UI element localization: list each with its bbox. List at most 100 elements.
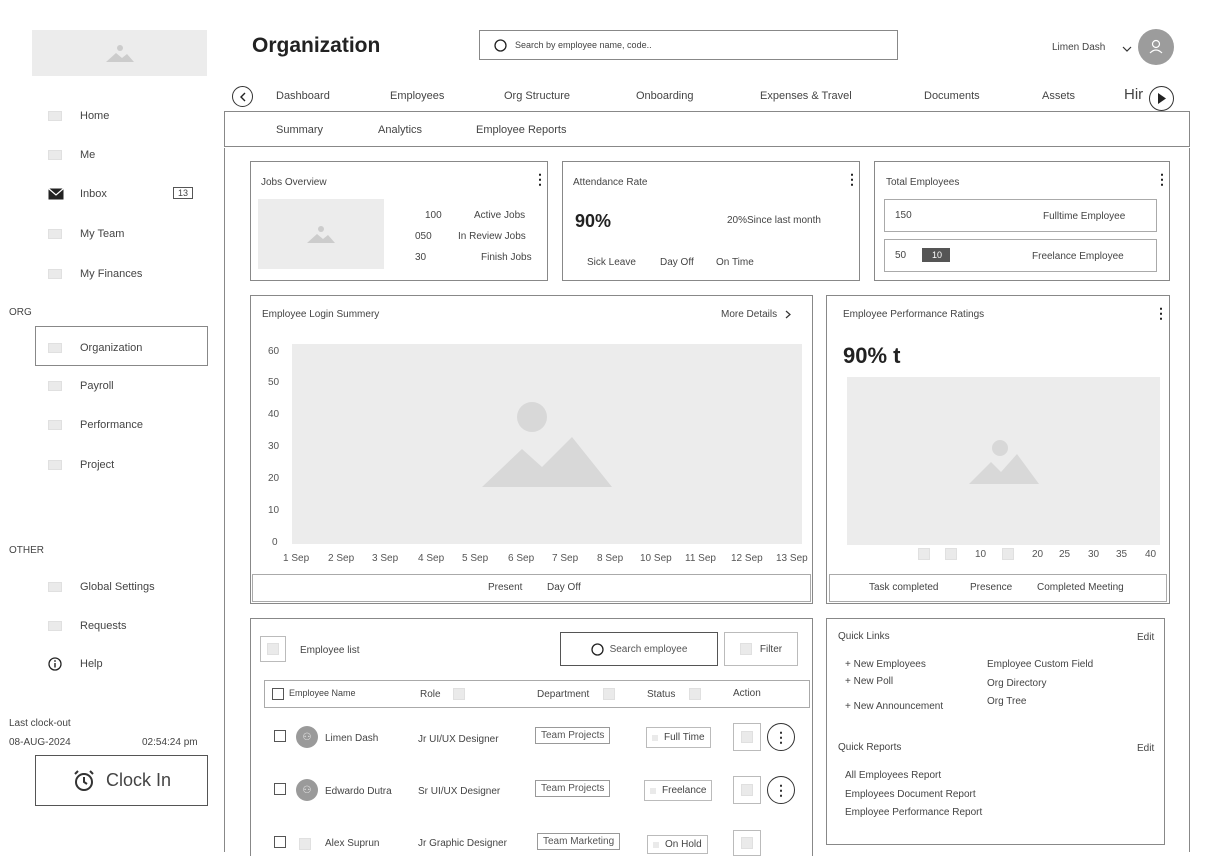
sidebar-item-payroll[interactable]: Payroll (48, 380, 114, 392)
x-tick: 30 (1088, 549, 1100, 560)
row-action-button[interactable] (733, 830, 761, 856)
quick-reports-edit-button[interactable]: Edit (1137, 743, 1154, 754)
all-employees-report-link[interactable]: All Employees Report (845, 770, 941, 781)
sidebar-item-global-settings[interactable]: Global Settings (48, 581, 155, 593)
sidebar-item-organization[interactable]: Organization (48, 342, 142, 354)
tab-org-structure[interactable]: Org Structure (504, 90, 570, 102)
image-placeholder-icon (650, 787, 656, 794)
image-placeholder-icon (1002, 548, 1014, 560)
department-tag: Team Projects (535, 727, 611, 744)
user-icon (1149, 39, 1163, 54)
column-employee-name[interactable]: Employee Name (289, 688, 356, 698)
row-more-menu-icon[interactable]: ⋮ (767, 776, 795, 804)
y-tick: 60 (268, 346, 280, 357)
sidebar-item-my-finances[interactable]: My Finances (48, 268, 142, 280)
jobs-active-label: Active Jobs (474, 210, 526, 221)
page-title: Organization (252, 34, 381, 57)
legend-day-off: Day Off (660, 257, 694, 268)
quick-reports-title: Quick Reports (838, 742, 902, 753)
sidebar-item-home[interactable]: Home (48, 110, 109, 122)
performance-title: Employee Performance Ratings (843, 309, 985, 320)
employee-list-title: Employee list (300, 645, 360, 656)
new-poll-link[interactable]: + New Poll (845, 676, 893, 687)
row-action-button[interactable] (733, 723, 761, 751)
freelance-badge: 10 (922, 248, 951, 262)
image-placeholder-icon (48, 269, 62, 279)
user-name[interactable]: Limen Dash (1052, 42, 1105, 53)
employee-name[interactable]: Edwardo Dutra (325, 786, 392, 797)
row-more-menu-icon[interactable]: ⋮ (767, 723, 795, 751)
tab-assets[interactable]: Assets (1042, 90, 1075, 102)
total-employees-menu-icon[interactable]: ⋮ (1155, 171, 1169, 188)
x-tick: 20 (1032, 549, 1044, 560)
image-placeholder-icon (653, 841, 659, 848)
jobs-overview-menu-icon[interactable]: ⋮ (533, 171, 547, 188)
sidebar-item-my-team[interactable]: My Team (48, 228, 124, 240)
row-checkbox[interactable] (274, 836, 286, 848)
row-action-button[interactable] (733, 776, 761, 804)
sidebar-item-performance[interactable]: Performance (48, 419, 143, 431)
sort-icon (603, 688, 616, 700)
column-department[interactable]: Department (537, 688, 616, 700)
tabs-prev-button[interactable] (232, 86, 253, 107)
jobs-review-value: 050 (415, 231, 432, 242)
performance-menu-icon[interactable]: ⋮ (1154, 305, 1168, 322)
more-details-link[interactable]: More Details (721, 309, 792, 320)
avatar[interactable] (1138, 29, 1174, 65)
image-placeholder-icon (48, 229, 62, 239)
employees-document-report-link[interactable]: Employees Document Report (845, 789, 976, 800)
legend-presence: Presence (970, 582, 1013, 593)
search-input[interactable]: Search by employee name, code.. (479, 30, 898, 60)
sidebar-item-inbox[interactable]: Inbox 13 (48, 187, 196, 200)
search-icon (590, 642, 604, 656)
employee-performance-report-link[interactable]: Employee Performance Report (845, 807, 982, 818)
employee-custom-field-link[interactable]: Employee Custom Field (987, 659, 1093, 670)
tab-employees[interactable]: Employees (390, 90, 444, 102)
column-role[interactable]: Role (420, 688, 465, 700)
department-tag: Team Projects (535, 780, 611, 797)
filter-button[interactable]: Filter (724, 632, 798, 666)
tab-hiring-truncated[interactable]: Hir (1124, 86, 1143, 103)
image-placeholder-icon (48, 460, 62, 470)
column-status[interactable]: Status (647, 688, 702, 700)
image-placeholder-icon (482, 402, 612, 487)
row-checkbox[interactable] (274, 730, 286, 742)
chevron-down-icon[interactable] (1122, 46, 1132, 52)
org-directory-link[interactable]: Org Directory (987, 678, 1046, 689)
tab-onboarding[interactable]: Onboarding (636, 90, 694, 102)
x-tick: 4 Sep (418, 553, 445, 564)
avatar: ⚇ (296, 779, 318, 801)
employee-name[interactable]: Alex Suprun (325, 838, 379, 849)
clock-in-button[interactable]: Clock In (35, 755, 208, 806)
org-tree-link[interactable]: Org Tree (987, 696, 1026, 707)
x-tick: 35 (1116, 549, 1128, 560)
tab-dashboard[interactable]: Dashboard (276, 90, 330, 102)
row-checkbox[interactable] (274, 783, 286, 795)
info-icon (48, 657, 62, 671)
tab-expenses-travel[interactable]: Expenses & Travel (760, 90, 852, 102)
employee-search-input[interactable]: Search employee (560, 632, 718, 666)
subtab-employee-reports[interactable]: Employee Reports (476, 124, 567, 136)
attendance-title: Attendance Rate (573, 177, 648, 188)
x-tick: 5 Sep (462, 553, 489, 564)
subtab-summary[interactable]: Summary (276, 124, 323, 136)
sidebar-item-me[interactable]: Me (48, 149, 95, 161)
select-all-checkbox[interactable] (272, 688, 284, 700)
section-label-other: OTHER (9, 545, 44, 556)
fulltime-label: Fulltime Employee (1043, 211, 1126, 222)
new-employees-link[interactable]: + New Employees (845, 659, 926, 670)
last-clock-out-date: 08-AUG-2024 (9, 737, 71, 748)
employee-name[interactable]: Limen Dash (325, 733, 378, 744)
tabs-next-button[interactable] (1149, 86, 1174, 111)
new-announcement-link[interactable]: + New Announcement (845, 701, 943, 712)
legend-task-completed: Task completed (869, 582, 939, 593)
quick-links-edit-button[interactable]: Edit (1137, 632, 1154, 643)
tab-documents[interactable]: Documents (924, 90, 980, 102)
quick-links-title: Quick Links (838, 631, 890, 642)
sidebar-item-requests[interactable]: Requests (48, 620, 126, 632)
attendance-menu-icon[interactable]: ⋮ (845, 171, 859, 188)
sidebar-item-help[interactable]: Help (48, 657, 103, 671)
sidebar-item-project[interactable]: Project (48, 459, 114, 471)
section-label-org: ORG (9, 307, 32, 318)
subtab-analytics[interactable]: Analytics (378, 124, 422, 136)
